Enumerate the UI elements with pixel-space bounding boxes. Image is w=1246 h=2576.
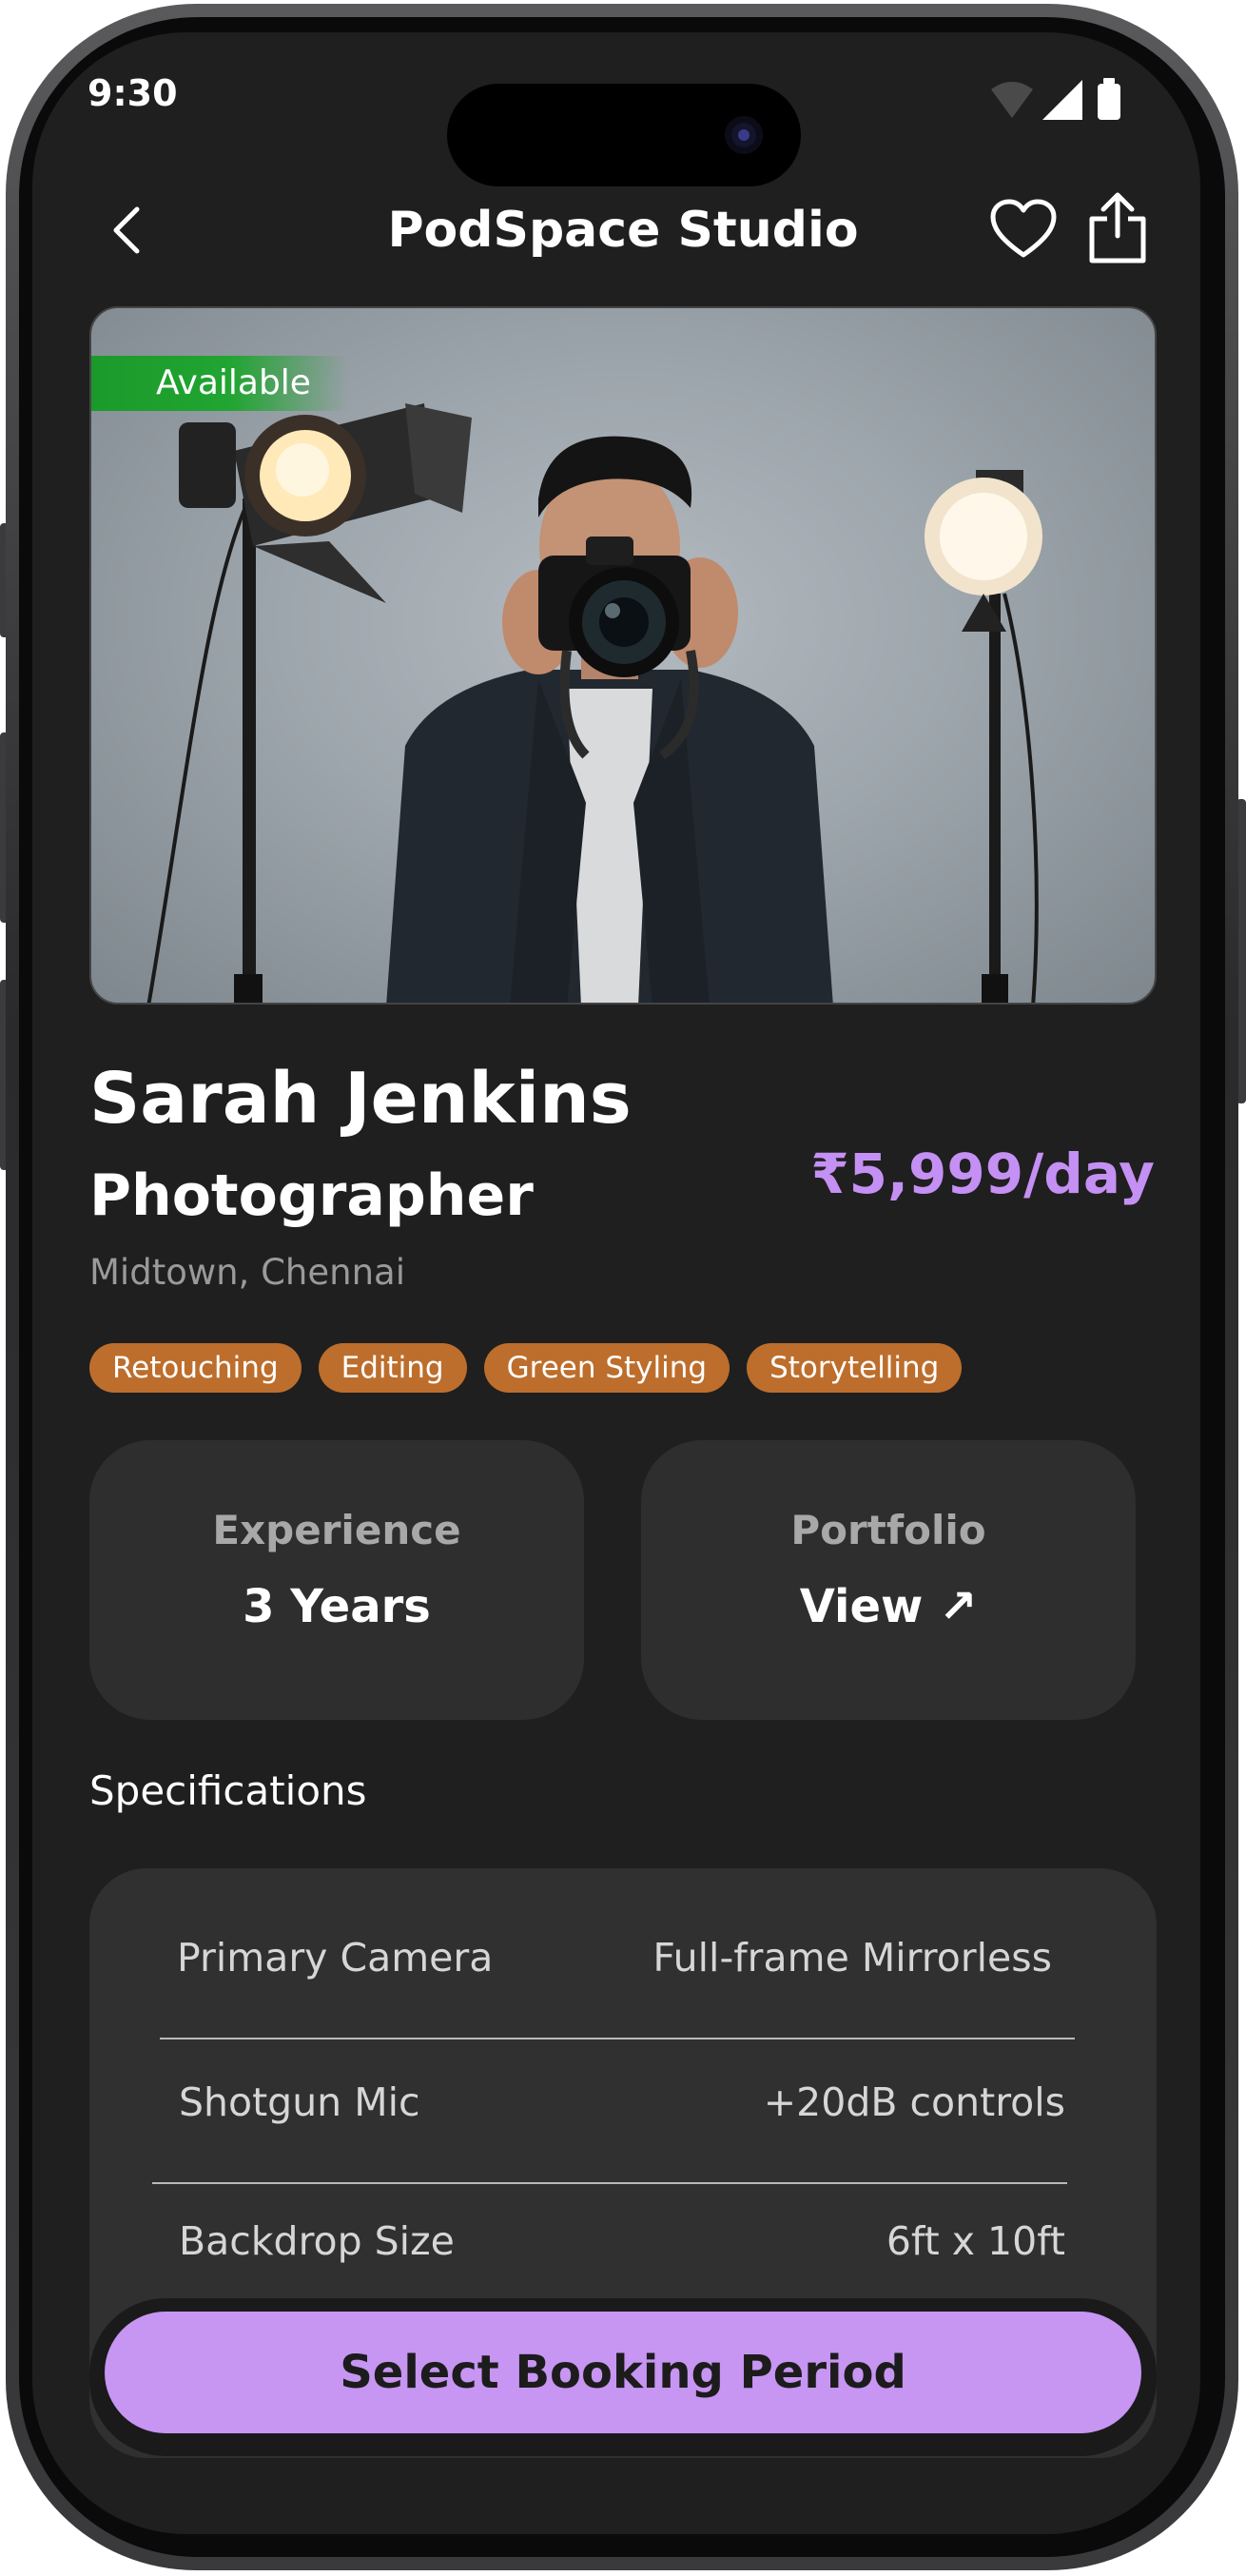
favorite-button[interactable] <box>989 196 1058 264</box>
share-button[interactable] <box>1086 190 1149 266</box>
portfolio-card[interactable]: Portfolio View ↗ <box>641 1440 1136 1720</box>
portfolio-label: Portfolio <box>790 1507 986 1553</box>
spec-row: Shotgun Mic +20dB controls <box>89 2079 1157 2137</box>
experience-card: Experience 3 Years <box>89 1440 584 1720</box>
spec-value: +20dB controls <box>763 2079 1065 2125</box>
profile-role: Photographer <box>89 1162 534 1229</box>
booking-bar: Select Booking Period <box>89 2298 1157 2456</box>
specifications-heading: Specifications <box>89 1767 367 1814</box>
page-title: PodSpace Studio <box>387 202 859 259</box>
profile-name: Sarah Jenkins <box>89 1058 632 1140</box>
app-header: PodSpace Studio <box>0 181 1246 280</box>
spec-key: Primary Camera <box>177 1935 494 1981</box>
spec-divider <box>160 2038 1075 2039</box>
skill-tag: Storytelling <box>747 1343 963 1393</box>
cellular-icon <box>1042 80 1082 120</box>
select-booking-period-button[interactable]: Select Booking Period <box>105 2312 1141 2433</box>
spec-row: Primary Camera Full-frame Mirrorless <box>89 1935 1157 1992</box>
photographer-illustration <box>146 403 1042 1003</box>
front-camera <box>725 116 763 154</box>
battery-icon <box>1098 78 1120 120</box>
skill-tag: Editing <box>318 1343 467 1393</box>
share-icon <box>1089 192 1146 263</box>
spec-divider <box>152 2182 1067 2184</box>
studio-photo: Available <box>89 306 1157 1005</box>
skill-tags: Retouching Editing Green Styling Storyte… <box>89 1343 963 1393</box>
portfolio-view-link[interactable]: View ↗ <box>641 1580 1136 1633</box>
spec-value: Full-frame Mirrorless <box>652 1935 1052 1981</box>
experience-label: Experience <box>212 1507 461 1553</box>
price-per-day: ₹5,999/day <box>810 1142 1155 1206</box>
availability-badge: Available <box>91 356 348 411</box>
profile-location: Midtown, Chennai <box>89 1252 405 1293</box>
dynamic-island <box>447 84 801 186</box>
skill-tag: Retouching <box>89 1343 302 1393</box>
spec-key: Backdrop Size <box>179 2218 455 2264</box>
status-icons <box>991 76 1134 124</box>
spec-key: Shotgun Mic <box>179 2079 420 2125</box>
spec-value: 6ft x 10ft <box>886 2218 1065 2264</box>
phone-mockup: 9:30 PodSpace Studio Available Sarah Jen… <box>0 0 1246 2576</box>
skill-tag: Green Styling <box>483 1343 730 1393</box>
heart-icon <box>990 199 1057 258</box>
wifi-icon <box>991 82 1033 118</box>
experience-value: 3 Years <box>243 1580 431 1633</box>
status-time: 9:30 <box>88 72 178 114</box>
spec-row: Backdrop Size 6ft x 10ft <box>89 2218 1157 2275</box>
